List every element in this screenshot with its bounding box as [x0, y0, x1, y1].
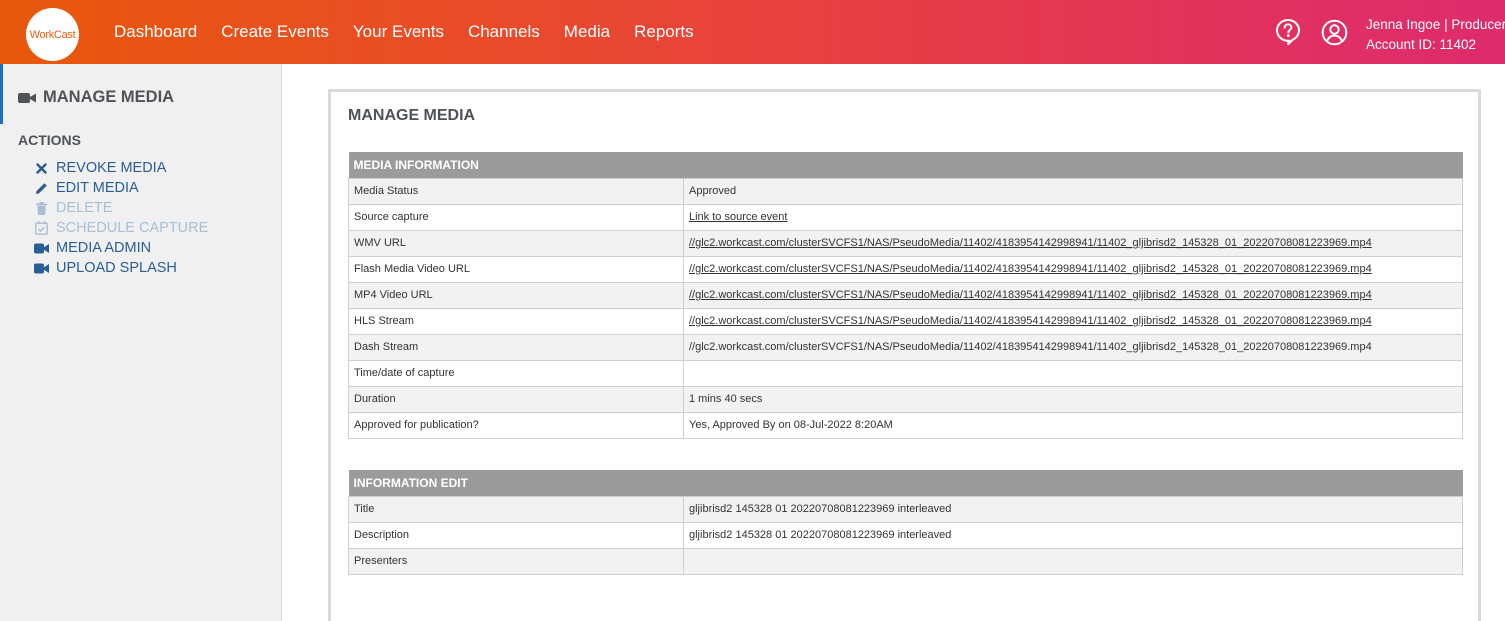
calendar-check-icon — [34, 221, 49, 235]
user-account-icon[interactable] — [1321, 19, 1348, 46]
sidebar: MANAGE MEDIA ACTIONS REVOKE MEDIA EDIT M… — [0, 64, 282, 621]
user-info: Jenna Ingoe | Producer Account ID: 11402 — [1366, 15, 1505, 55]
table-row: Dash Stream//glc2.workcast.com/clusterSV… — [348, 333, 1463, 361]
main-nav: Dashboard Create Events Your Events Chan… — [114, 0, 718, 64]
user-separator: | — [1440, 17, 1452, 32]
row-label-title: Title — [348, 495, 684, 523]
row-label-approved-for-publication: Approved for publication? — [348, 411, 684, 439]
video-camera-icon — [34, 241, 49, 255]
row-label-hls-stream: HLS Stream — [348, 307, 684, 335]
row-value-flash-media-video-url: //glc2.workcast.com/clusterSVCFS1/NAS/Ps… — [683, 255, 1463, 283]
row-label-mp4-video-url: MP4 Video URL — [348, 281, 684, 309]
row-value-media-status: Approved — [683, 177, 1463, 205]
row-value-approved-for-publication: Yes, Approved By on 08-Jul-2022 8:20AM — [683, 411, 1463, 439]
top-nav-bar: WorkCast Dashboard Create Events Your Ev… — [0, 0, 1505, 64]
table-row: Source capture Link to source event — [348, 203, 1463, 231]
video-camera-icon — [34, 261, 49, 275]
sidebar-active-edge — [0, 64, 3, 124]
nav-media[interactable]: Media — [564, 22, 610, 42]
link-hls-stream[interactable]: //glc2.workcast.com/clusterSVCFS1/NAS/Ps… — [689, 315, 1372, 327]
row-value-mp4-video-url: //glc2.workcast.com/clusterSVCFS1/NAS/Ps… — [683, 281, 1463, 309]
table-row: Flash Media Video URL //glc2.workcast.com… — [348, 255, 1463, 283]
nav-dashboard[interactable]: Dashboard — [114, 22, 197, 42]
actions-list: REVOKE MEDIA EDIT MEDIA DELETE SCHEDULE … — [34, 158, 208, 278]
table-row: Title gljibrisd2 145328 01 20220708081223… — [348, 495, 1463, 523]
row-value-dash-stream: //glc2.workcast.com/clusterSVCFS1/NAS/Ps… — [683, 333, 1463, 361]
action-upload-splash[interactable]: UPLOAD SPLASH — [34, 258, 208, 278]
workcast-logo[interactable]: WorkCast — [26, 8, 79, 61]
row-value-title: gljibrisd2 145328 01 20220708081223969 i… — [683, 495, 1463, 523]
link-source-capture[interactable]: Link to source event — [689, 211, 787, 223]
action-revoke-media[interactable]: REVOKE MEDIA — [34, 158, 208, 178]
table-row: HLS Stream //glc2.workcast.com/clusterSVC… — [348, 307, 1463, 335]
action-delete[interactable]: DELETE — [34, 198, 208, 218]
link-wmv-url[interactable]: //glc2.workcast.com/clusterSVCFS1/NAS/Ps… — [689, 237, 1372, 249]
x-icon — [34, 161, 49, 175]
table-row: Media Status Approved — [348, 177, 1463, 205]
row-label-dash-stream: Dash Stream — [348, 333, 684, 361]
row-value-presenters — [683, 547, 1463, 575]
row-value-wmv-url: //glc2.workcast.com/clusterSVCFS1/NAS/Ps… — [683, 229, 1463, 257]
sidebar-title: MANAGE MEDIA — [18, 88, 174, 107]
actions-heading: ACTIONS — [18, 132, 81, 148]
table-row: Presenters — [348, 547, 1463, 575]
table-row: WMV URL //glc2.workcast.com/clusterSVCFS1… — [348, 229, 1463, 257]
nav-channels[interactable]: Channels — [468, 22, 540, 42]
information-edit-heading: INFORMATION EDIT — [348, 470, 1463, 496]
row-value-hls-stream: //glc2.workcast.com/clusterSVCFS1/NAS/Ps… — [683, 307, 1463, 335]
link-flash-media-video-url[interactable]: //glc2.workcast.com/clusterSVCFS1/NAS/Ps… — [689, 263, 1372, 275]
row-label-media-status: Media Status — [348, 177, 684, 205]
help-icon[interactable] — [1275, 18, 1301, 46]
link-mp4-video-url[interactable]: //glc2.workcast.com/clusterSVCFS1/NAS/Ps… — [689, 289, 1372, 301]
trash-icon — [34, 201, 49, 215]
page-title: MANAGE MEDIA — [348, 107, 476, 124]
row-value-duration: 1 mins 40 secs — [683, 385, 1463, 413]
video-camera-icon — [18, 92, 36, 103]
table-row: Time/date of capture — [348, 359, 1463, 387]
row-label-flash-media-video-url: Flash Media Video URL — [348, 255, 684, 283]
row-value-description: gljibrisd2 145328 01 20220708081223969 i… — [683, 521, 1463, 549]
action-schedule-capture[interactable]: SCHEDULE CAPTURE — [34, 218, 208, 238]
action-edit-media[interactable]: EDIT MEDIA — [34, 178, 208, 198]
action-media-admin[interactable]: MEDIA ADMIN — [34, 238, 208, 258]
table-row: Description gljibrisd2 145328 01 20220708… — [348, 521, 1463, 549]
row-label-presenters: Presenters — [348, 547, 684, 575]
row-label-description: Description — [348, 521, 684, 549]
manage-media-panel: MANAGE MEDIA MEDIA INFORMATION Media Sta… — [328, 89, 1481, 621]
user-role: Producer — [1451, 17, 1505, 32]
information-edit-table: INFORMATION EDIT Title gljibrisd2 145328 … — [348, 470, 1463, 575]
row-value-source-capture: Link to source event — [683, 203, 1463, 231]
row-label-source-capture: Source capture — [348, 203, 684, 231]
row-label-time-date-of-capture: Time/date of capture — [348, 359, 684, 387]
table-row: Duration 1 mins 40 secs — [348, 385, 1463, 413]
user-name[interactable]: Jenna Ingoe — [1366, 17, 1440, 32]
media-information-heading: MEDIA INFORMATION — [348, 152, 1463, 178]
media-information-table: MEDIA INFORMATION Media Status Approved So… — [348, 152, 1463, 439]
row-value-time-date-of-capture — [683, 359, 1463, 387]
account-id: Account ID: 11402 — [1366, 37, 1477, 52]
nav-create-events[interactable]: Create Events — [221, 22, 329, 42]
table-row: Approved for publication? Yes, Approved B… — [348, 411, 1463, 439]
row-label-wmv-url: WMV URL — [348, 229, 684, 257]
nav-reports[interactable]: Reports — [634, 22, 694, 42]
nav-your-events[interactable]: Your Events — [353, 22, 444, 42]
row-label-duration: Duration — [348, 385, 684, 413]
table-row: MP4 Video URL //glc2.workcast.com/cluster… — [348, 281, 1463, 309]
pencil-icon — [34, 181, 49, 195]
